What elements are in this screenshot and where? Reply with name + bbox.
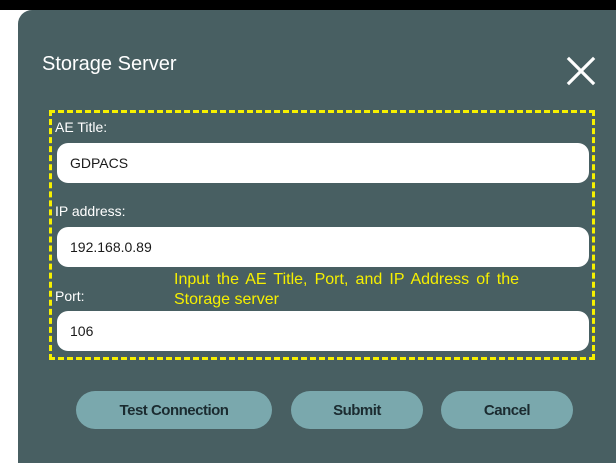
test-connection-button[interactable]: Test Connection: [76, 391, 272, 429]
ip-address-field[interactable]: [57, 227, 589, 267]
port-label: Port:: [55, 288, 85, 304]
submit-button[interactable]: Submit: [291, 391, 423, 429]
ae-title-field[interactable]: [57, 143, 589, 183]
cancel-button[interactable]: Cancel: [441, 391, 573, 429]
dialog-title: Storage Server: [42, 53, 177, 75]
close-icon: [566, 56, 596, 86]
close-button[interactable]: [565, 55, 597, 87]
instruction-annotation: Input the AE Title, Port, and IP Address…: [174, 271, 519, 308]
ae-title-label: AE Title:: [55, 119, 108, 135]
window-top-edge: [0, 0, 616, 10]
port-field[interactable]: [57, 311, 589, 351]
ip-address-label: IP address:: [55, 203, 126, 219]
